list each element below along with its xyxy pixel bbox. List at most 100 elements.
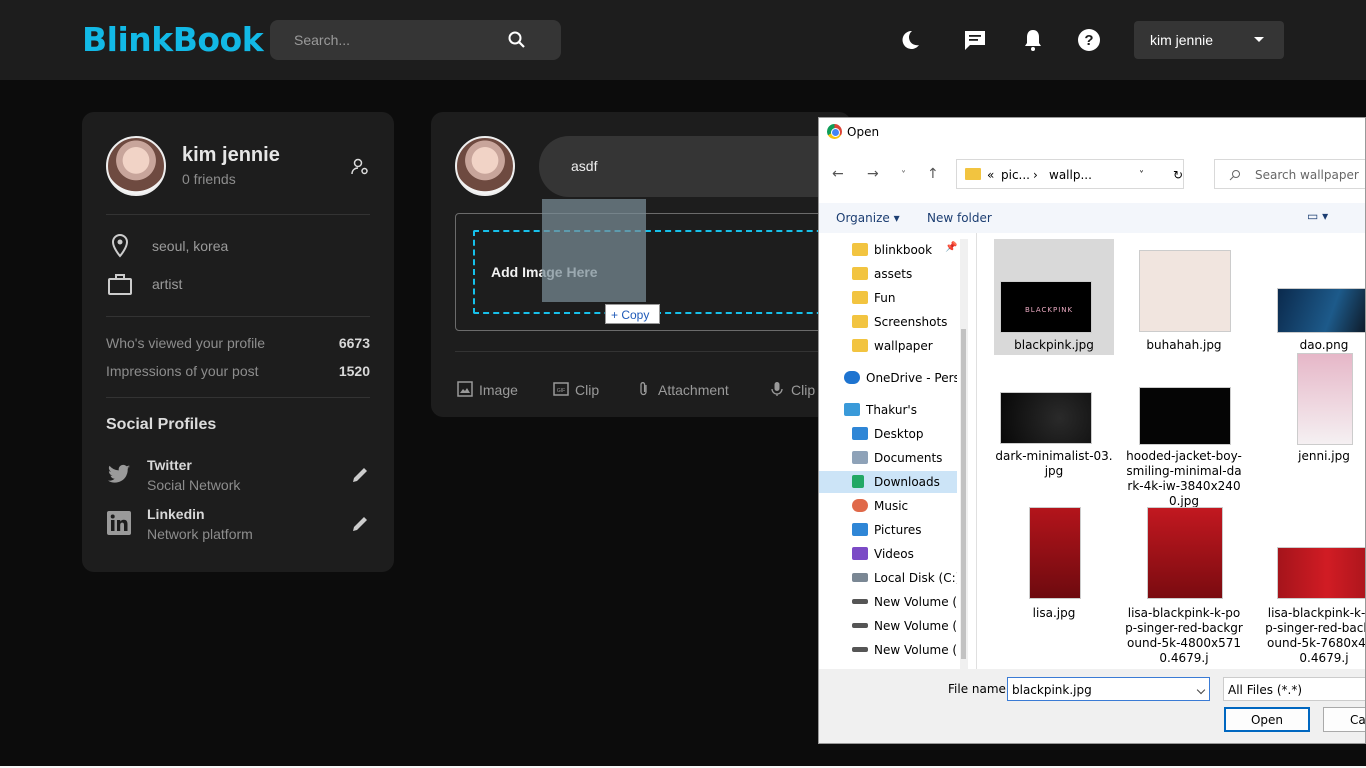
- chevron-down-icon[interactable]: [1196, 685, 1206, 695]
- avatar[interactable]: [455, 136, 515, 196]
- up-arrow-icon[interactable]: ↑: [927, 166, 939, 182]
- help-icon[interactable]: ?: [1077, 28, 1101, 52]
- path-segment-wallpaper[interactable]: wallp...: [1049, 168, 1092, 182]
- profile-views-label: Who's viewed your profile: [106, 335, 266, 351]
- social-linkedin-name[interactable]: Linkedin: [147, 506, 205, 522]
- file-item[interactable]: lisa.jpg: [994, 505, 1114, 675]
- cloud-icon: [844, 371, 860, 384]
- social-linkedin-type: Network platform: [147, 526, 253, 542]
- forward-arrow-icon[interactable]: →: [867, 166, 879, 182]
- refresh-icon[interactable]: ↻: [1173, 168, 1183, 182]
- chat-icon[interactable]: [963, 28, 987, 52]
- view-options-icon[interactable]: ▭ ▾: [1307, 209, 1328, 223]
- twitter-icon[interactable]: [106, 461, 132, 487]
- file-item[interactable]: BLACKPINK blackpink.jpg: [994, 239, 1114, 355]
- file-item[interactable]: lisa-blackpink-k-pop-singer-red-backgrou…: [1124, 505, 1244, 675]
- user-menu-dropdown[interactable]: kim jennie: [1134, 21, 1284, 59]
- tree-item-new-volume-f[interactable]: New Volume (F:: [819, 639, 957, 661]
- image-drop-zone[interactable]: Add Image Here: [473, 230, 843, 314]
- address-bar[interactable]: « pic... › wallp... ˅ ↻: [956, 159, 1184, 189]
- dialog-search-box[interactable]: Search wallpaper: [1214, 159, 1365, 189]
- file-thumbnail: [1277, 288, 1365, 333]
- search-icon[interactable]: [507, 30, 527, 50]
- tree-item-videos[interactable]: Videos: [819, 543, 957, 565]
- copy-drop-badge: + Copy: [605, 304, 660, 324]
- file-item[interactable]: dao.png: [1264, 239, 1365, 352]
- search-icon: [1229, 170, 1240, 181]
- path-overflow[interactable]: «: [987, 168, 994, 182]
- file-item[interactable]: hooded-jacket-boy-smiling-minimal-dark-4…: [1124, 357, 1244, 508]
- folder-icon: [852, 243, 868, 256]
- chevron-down-icon[interactable]: ˅: [1139, 170, 1144, 181]
- tree-scrollbar[interactable]: [960, 239, 968, 669]
- file-item[interactable]: buhahah.jpg: [1124, 239, 1244, 352]
- image-icon: [457, 381, 473, 397]
- drive-icon: [852, 623, 868, 628]
- tree-item-pictures[interactable]: Pictures: [819, 519, 957, 541]
- folder-icon: [852, 267, 868, 280]
- social-twitter-name[interactable]: Twitter: [147, 457, 192, 473]
- file-name-input[interactable]: blackpink.jpg: [1007, 677, 1210, 701]
- open-button[interactable]: Open: [1224, 707, 1310, 732]
- file-item[interactable]: lisa-blackpink-k-pop-singer-red-backgrou…: [1264, 505, 1365, 675]
- search-bar[interactable]: Search...: [270, 20, 561, 60]
- tree-item-new-volume-d[interactable]: New Volume (D:: [819, 591, 957, 613]
- clip-tool-label: Clip: [575, 382, 600, 398]
- scrollbar-thumb[interactable]: [961, 329, 966, 659]
- desktop-icon: [852, 427, 868, 440]
- tree-item-desktop[interactable]: Desktop: [819, 423, 957, 445]
- file-thumbnail: [1029, 507, 1081, 599]
- cancel-button[interactable]: Can: [1323, 707, 1365, 732]
- path-segment-pictures[interactable]: pic...: [1001, 168, 1030, 182]
- bell-icon[interactable]: [1021, 28, 1045, 52]
- tree-item-wallpaper[interactable]: wallpaper: [819, 335, 957, 357]
- divider: [106, 316, 370, 317]
- top-navbar: BlinkBook Search... ? kim jennie: [0, 0, 1366, 80]
- folder-icon: [965, 168, 981, 180]
- file-item[interactable]: jenni.jpg: [1264, 353, 1365, 487]
- avatar[interactable]: [106, 136, 166, 196]
- tree-item-new-volume-e[interactable]: New Volume (E:: [819, 615, 957, 637]
- tree-item-onedrive[interactable]: OneDrive - Person: [819, 367, 957, 389]
- edit-icon[interactable]: [351, 466, 369, 484]
- briefcase-icon: [108, 274, 132, 295]
- file-item[interactable]: dark-minimalist-03.jpg: [994, 357, 1114, 487]
- file-type-select[interactable]: All Files (*.*): [1223, 677, 1365, 701]
- profile-name[interactable]: kim jennie: [182, 144, 280, 167]
- dialog-search-placeholder: Search wallpaper: [1255, 168, 1359, 182]
- tree-item-blinkbook[interactable]: blinkbook 📌: [819, 239, 957, 261]
- tree-item-screenshots[interactable]: Screenshots: [819, 311, 957, 333]
- linkedin-icon[interactable]: [106, 510, 132, 536]
- downloads-icon: [852, 475, 864, 488]
- tree-item-assets[interactable]: assets: [819, 263, 957, 285]
- moon-icon[interactable]: [898, 28, 922, 52]
- manage-account-icon[interactable]: [350, 157, 370, 177]
- recent-locations-icon[interactable]: ˅: [901, 170, 906, 181]
- open-file-dialog: Open ← → ˅ ↑ « pic... › wallp... ˅ ↻ Sea…: [818, 117, 1366, 744]
- post-composer-card: asdf Add Image Here + Copy Image GIF Cli…: [431, 112, 859, 417]
- tree-item-local-disk-c[interactable]: Local Disk (C:): [819, 567, 957, 589]
- videos-icon: [852, 547, 868, 560]
- tree-item-music[interactable]: Music: [819, 495, 957, 517]
- file-thumbnail: [1297, 353, 1353, 445]
- back-arrow-icon[interactable]: ←: [832, 166, 844, 182]
- file-name: lisa.jpg: [1032, 606, 1076, 620]
- tree-item-documents[interactable]: Documents: [819, 447, 957, 469]
- file-thumbnail: [1277, 547, 1365, 599]
- post-text-input[interactable]: asdf: [539, 136, 859, 197]
- pin-icon: 📌: [945, 242, 957, 253]
- tree-item-this-pc[interactable]: Thakur's: [819, 399, 957, 421]
- tree-item-fun[interactable]: Fun: [819, 287, 957, 309]
- computer-icon: [844, 403, 860, 416]
- divider: [455, 351, 851, 352]
- svg-text:?: ?: [1084, 32, 1093, 49]
- search-input[interactable]: Search...: [294, 32, 350, 48]
- impressions-label: Impressions of your post: [106, 363, 259, 379]
- tree-item-downloads[interactable]: Downloads: [819, 471, 957, 493]
- edit-icon[interactable]: [351, 515, 369, 533]
- file-name: buhahah.jpg: [1146, 338, 1222, 352]
- divider: [106, 397, 370, 398]
- organize-button[interactable]: Organize ▾: [836, 211, 900, 225]
- app-logo[interactable]: BlinkBook: [82, 20, 264, 59]
- new-folder-button[interactable]: New folder: [927, 211, 992, 225]
